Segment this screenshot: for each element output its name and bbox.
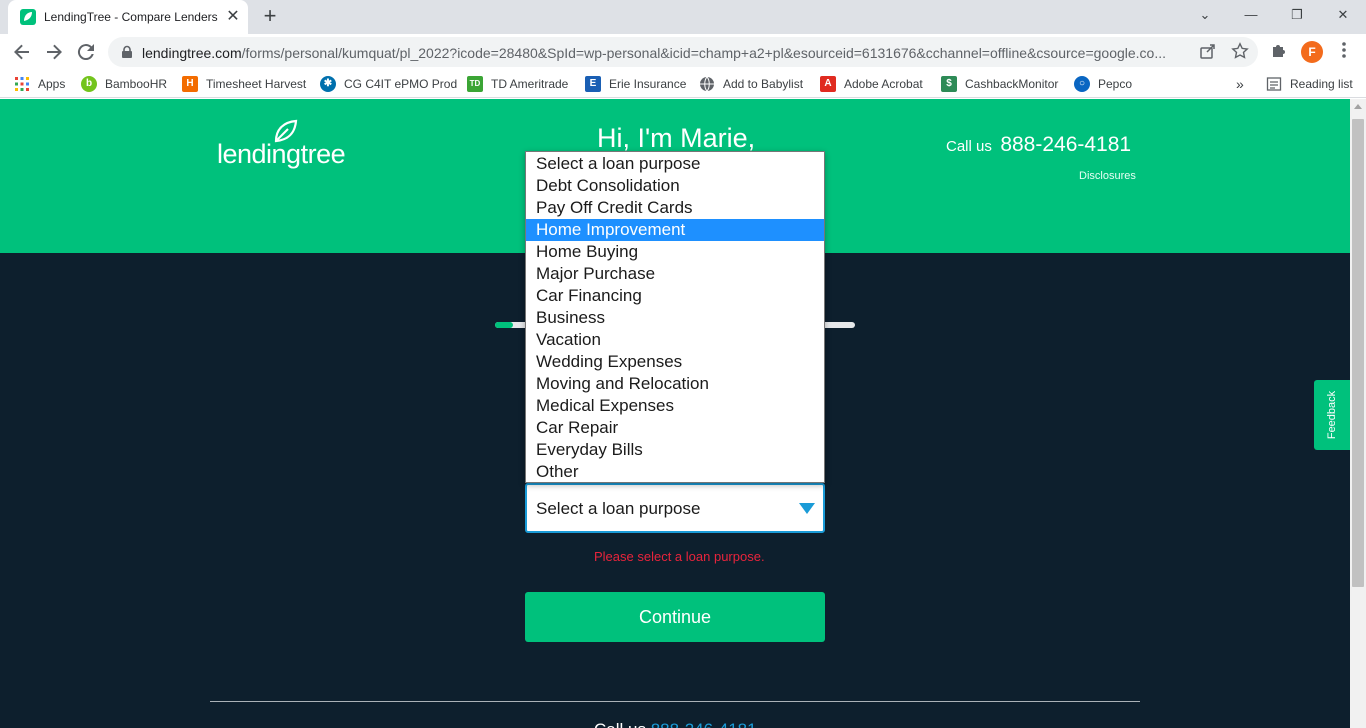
forward-arrow-icon[interactable] [42, 40, 66, 64]
tab-title: LendingTree - Compare Lenders [44, 10, 218, 24]
harvest-icon: H [182, 76, 198, 92]
tab-close-icon[interactable]: ✕ [224, 8, 242, 26]
bamboohr-icon: b [81, 76, 97, 92]
bookmarks-bar: Apps b BambooHR H Timesheet Harvest ✱ CG… [0, 70, 1366, 98]
restore-button[interactable]: ❐ [1274, 0, 1320, 30]
back-arrow-icon[interactable] [10, 40, 34, 64]
tab-search-icon[interactable]: ⌄ [1182, 0, 1228, 30]
bookmark-label: Adobe Acrobat [844, 77, 923, 91]
header-phone-link[interactable]: 888-246-4181 [1000, 133, 1131, 156]
scrollbar-thumb[interactable] [1352, 119, 1364, 587]
reading-list-icon [1266, 76, 1282, 92]
cg-icon: ✱ [320, 76, 336, 92]
loan-purpose-option[interactable]: Major Purchase [526, 263, 824, 285]
footer-call-us: Call us 888-246-4181 [594, 720, 757, 728]
footer-call-label: Call us [594, 720, 646, 728]
bookmark-timesheet-harvest[interactable]: H Timesheet Harvest [182, 75, 306, 93]
continue-button[interactable]: Continue [525, 592, 825, 642]
bookmarks-overflow-icon[interactable]: » [1236, 75, 1244, 93]
loan-purpose-option[interactable]: Pay Off Credit Cards [526, 197, 824, 219]
loan-purpose-options-list: Select a loan purpose Debt Consolidation P… [525, 151, 825, 483]
page-scrollbar[interactable] [1350, 99, 1366, 728]
bookmark-erie-insurance[interactable]: E Erie Insurance [585, 75, 686, 93]
loan-purpose-option[interactable]: Moving and Relocation [526, 373, 824, 395]
lendingtree-favicon-icon [20, 9, 36, 25]
browser-menu-icon[interactable] [1333, 41, 1355, 63]
bookmark-label: BambooHR [105, 77, 168, 91]
loan-purpose-option[interactable]: Select a loan purpose [526, 153, 824, 175]
header-call-us: Call us 888-246-4181 [946, 133, 1131, 157]
bookmark-label: Pepco [1098, 77, 1133, 91]
bookmark-label: Apps [38, 77, 66, 91]
feedback-tab[interactable]: Feedback [1314, 380, 1350, 450]
lendingtree-logo[interactable]: lendingtree [217, 119, 367, 169]
feedback-label: Feedback [1326, 390, 1338, 440]
erie-icon: E [585, 76, 601, 92]
lock-icon[interactable] [120, 45, 134, 59]
profile-avatar[interactable]: F [1301, 41, 1323, 63]
logo-text: lendingtree [217, 139, 346, 169]
bookmark-td-ameritrade[interactable]: TD TD Ameritrade [467, 75, 568, 93]
bookmark-cg-c4it[interactable]: ✱ CG C4IT ePMO Prod [320, 75, 457, 93]
loan-purpose-option[interactable]: Home Improvement [526, 219, 824, 241]
address-bar[interactable]: lendingtree.com/forms/personal/kumquat/p… [108, 37, 1258, 67]
new-tab-button[interactable]: + [258, 5, 282, 29]
cashback-icon: $ [941, 76, 957, 92]
loan-purpose-error: Please select a loan purpose. [594, 549, 765, 564]
bookmark-label: Timesheet Harvest [206, 77, 307, 91]
bookmark-pepco[interactable]: ○ Pepco [1074, 75, 1132, 93]
loan-purpose-option[interactable]: Other [526, 461, 824, 483]
loan-purpose-option[interactable]: Vacation [526, 329, 824, 351]
acrobat-icon: A [820, 76, 836, 92]
bookmark-bamboohr[interactable]: b BambooHR [81, 75, 167, 93]
reload-icon[interactable] [74, 40, 98, 64]
loan-purpose-option[interactable]: Everyday Bills [526, 439, 824, 461]
bookmark-adobe-acrobat[interactable]: A Adobe Acrobat [820, 75, 923, 93]
extensions-puzzle-icon[interactable] [1268, 41, 1290, 63]
browser-toolbar: lendingtree.com/forms/personal/kumquat/p… [0, 34, 1366, 70]
loan-purpose-option[interactable]: Car Financing [526, 285, 824, 307]
loan-purpose-option[interactable]: Debt Consolidation [526, 175, 824, 197]
bookmark-label: CashbackMonitor [965, 77, 1059, 91]
share-icon[interactable] [1198, 42, 1218, 62]
bookmark-add-to-babylist[interactable]: Add to Babylist [699, 75, 803, 93]
greeting-heading: Hi, I'm Marie, [597, 123, 756, 153]
window-close-button[interactable]: ✕ [1320, 0, 1366, 30]
bookmark-cashbackmonitor[interactable]: $ CashbackMonitor [941, 75, 1058, 93]
loan-purpose-option[interactable]: Medical Expenses [526, 395, 824, 417]
loan-purpose-select-value: Select a loan purpose [536, 499, 701, 518]
bookmark-label: TD Ameritrade [491, 77, 569, 91]
disclosures-link[interactable]: Disclosures [1079, 170, 1136, 182]
reading-list-label: Reading list [1290, 77, 1353, 91]
loan-purpose-option[interactable]: Home Buying [526, 241, 824, 263]
url-text[interactable]: lendingtree.com/forms/personal/kumquat/p… [142, 45, 1192, 61]
td-icon: TD [467, 76, 483, 92]
bookmark-label: CG C4IT ePMO Prod [344, 77, 458, 91]
pepco-icon: ○ [1074, 76, 1090, 92]
reading-list-button[interactable]: Reading list [1266, 75, 1353, 93]
bookmark-star-icon[interactable] [1230, 42, 1250, 62]
bookmark-apps[interactable]: Apps [14, 75, 65, 93]
apps-grid-icon [14, 76, 30, 92]
bookmark-label: Erie Insurance [609, 77, 687, 91]
loan-purpose-option[interactable]: Car Repair [526, 417, 824, 439]
browser-tab-strip: LendingTree - Compare Lenders ✕ + ⌄ — ❐ … [0, 0, 1366, 34]
loan-purpose-option[interactable]: Business [526, 307, 824, 329]
footer-divider [210, 701, 1140, 702]
minimize-button[interactable]: — [1228, 0, 1274, 30]
browser-tab[interactable]: LendingTree - Compare Lenders ✕ [8, 0, 248, 34]
globe-icon [699, 76, 715, 92]
progress-bar-fill [495, 322, 513, 328]
scroll-up-arrow-icon[interactable] [1354, 104, 1362, 109]
call-us-label: Call us [946, 138, 992, 155]
chevron-down-icon [799, 503, 815, 514]
footer-phone-link[interactable]: 888-246-4181 [651, 720, 757, 728]
loan-purpose-option[interactable]: Wedding Expenses [526, 351, 824, 373]
bookmark-label: Add to Babylist [723, 77, 804, 91]
loan-purpose-select[interactable]: Select a loan purpose [525, 483, 825, 533]
